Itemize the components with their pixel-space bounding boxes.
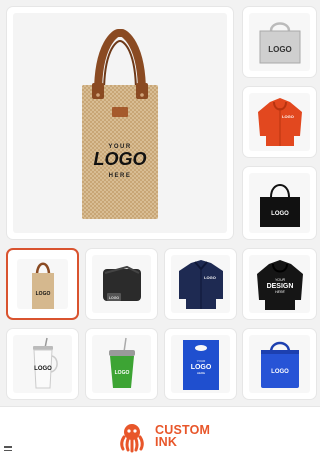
menu-icon[interactable]	[4, 446, 12, 452]
brand-wordmark: CUSTOM INK	[155, 424, 210, 449]
thumb-blue-bag[interactable]: YOUR LOGO HERE	[164, 328, 237, 400]
thumb-3-logo: LOGO	[35, 291, 50, 297]
thumb-6-top: YOUR	[274, 278, 285, 282]
silver-tote-image: LOGO	[259, 22, 300, 64]
thumb-2-logo: LOGO	[271, 211, 289, 217]
blue-cooler-bag-image: LOGO	[260, 341, 299, 388]
white-tumbler-image: LOGO	[32, 337, 58, 389]
black-hoodie-image: YOUR DESIGN HERE	[256, 260, 303, 310]
hero-print-logo: LOGO	[94, 149, 147, 169]
thumb-black-blanket[interactable]: LOGO	[85, 248, 158, 320]
thumb-9-logo: LOGO	[190, 364, 211, 371]
thumb-8-logo: LOGO	[114, 370, 129, 376]
thumb-blue-cooler-bag[interactable]: LOGO	[242, 328, 317, 400]
thumb-9-top: YOUR	[196, 359, 206, 363]
thumb-5-logo: LOGO	[204, 275, 216, 280]
orange-hoodie-image: LOGO	[257, 98, 302, 146]
thumb-white-tumbler[interactable]: LOGO	[6, 328, 79, 400]
product-gallery: YOUR LOGO HERE LOGO LOGO LOGO LOGO LOGO …	[0, 0, 320, 460]
thumb-10-logo: LOGO	[271, 369, 289, 375]
wine-tote-illustration: YOUR LOGO HERE	[82, 29, 158, 219]
custom-ink-logo[interactable]: CUSTOM INK	[115, 419, 210, 453]
black-tote-image: LOGO	[259, 184, 300, 227]
brand-line-2: INK	[155, 435, 178, 449]
wine-tote-thumb-image: LOGO	[31, 262, 54, 309]
main-product-image[interactable]: YOUR LOGO HERE	[6, 6, 234, 240]
thumb-silver-tote[interactable]: LOGO	[242, 6, 317, 78]
thumb-green-tumbler[interactable]: LOGO	[85, 328, 158, 400]
thumb-black-tote[interactable]: LOGO	[242, 166, 317, 240]
thumb-6-bottom: HERE	[275, 290, 285, 294]
thumb-7-logo: LOGO	[34, 366, 52, 372]
black-blanket-image: LOGO	[102, 265, 141, 301]
navy-jacket-image: LOGO	[178, 260, 223, 309]
hero-print-bottom: HERE	[109, 173, 132, 179]
thumb-orange-hoodie[interactable]: LOGO	[242, 86, 317, 158]
thumb-black-hoodie[interactable]: YOUR DESIGN HERE	[242, 248, 317, 320]
blue-bag-image: YOUR LOGO HERE	[182, 340, 219, 390]
thumb-9-bottom: HERE	[196, 371, 204, 375]
octopus-icon	[120, 424, 144, 453]
green-tumbler-image: LOGO	[108, 337, 135, 388]
thumb-navy-jacket[interactable]: LOGO	[164, 248, 237, 320]
thumb-0-logo: LOGO	[268, 45, 292, 54]
thumb-wine-tote-selected[interactable]: LOGO	[6, 248, 79, 320]
thumb-4-logo: LOGO	[108, 296, 119, 300]
footer: CUSTOM INK	[0, 406, 320, 460]
thumb-1-logo: LOGO	[282, 114, 294, 119]
thumb-6-logo: DESIGN	[266, 283, 293, 290]
